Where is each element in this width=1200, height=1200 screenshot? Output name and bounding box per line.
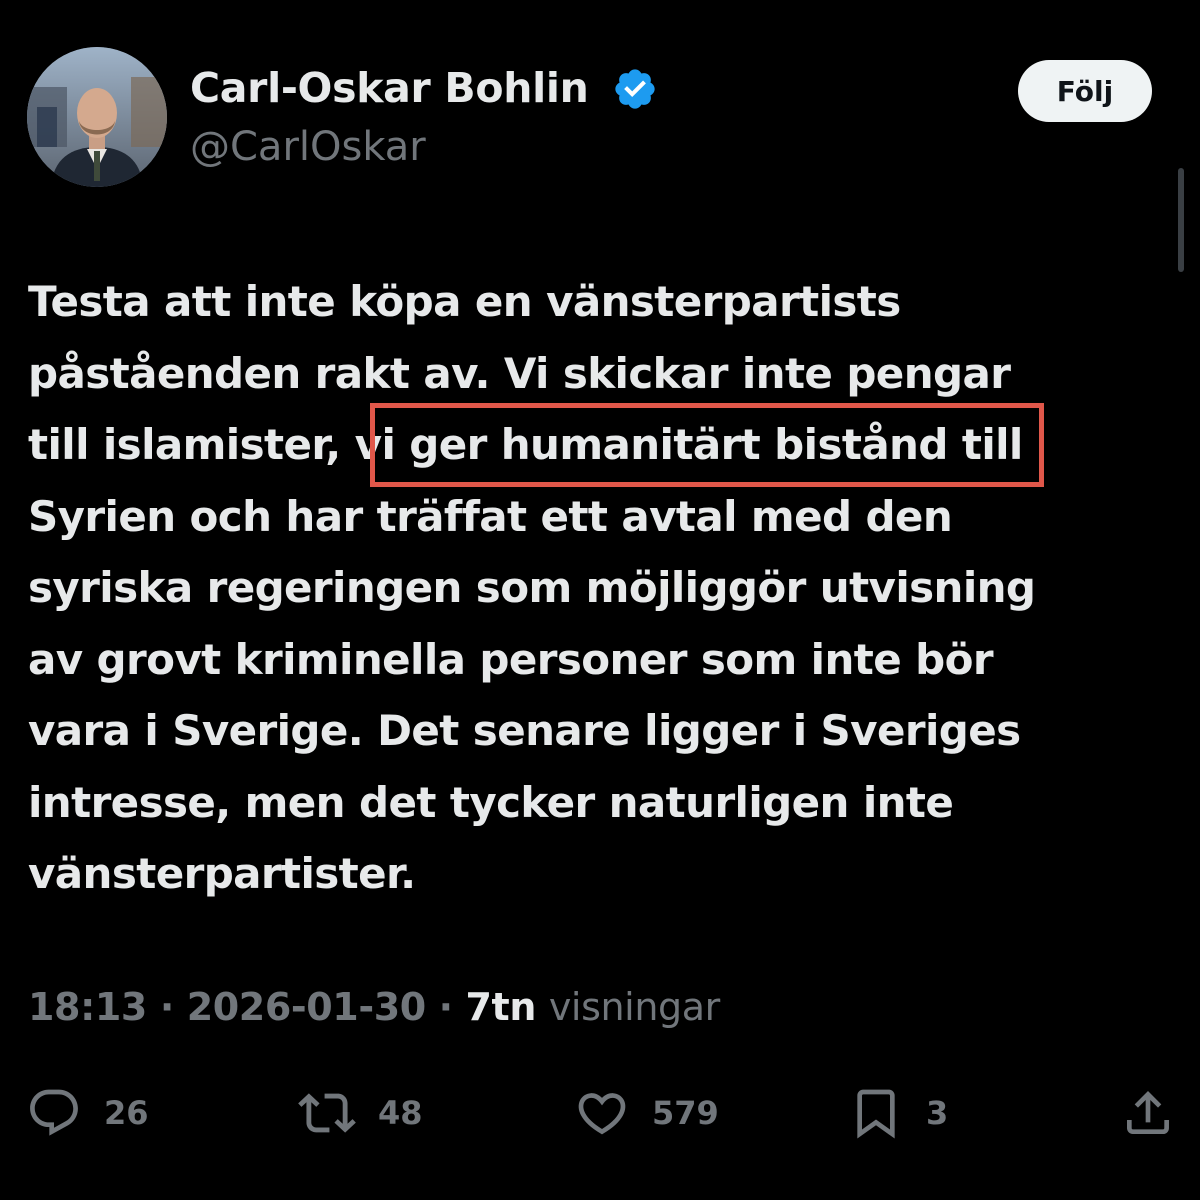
tweet-line: Syrien och har träffat ett avtal med den bbox=[28, 491, 953, 541]
tweet-date[interactable]: 2026-01-30 bbox=[187, 985, 426, 1029]
tweet-line: av grovt kriminella personer som inte bö… bbox=[28, 634, 994, 684]
views-count: 7tn bbox=[465, 985, 537, 1029]
tweet-line: Testa att inte köpa en vänsterpartists bbox=[28, 277, 901, 326]
reply-button[interactable]: 26 bbox=[26, 1085, 149, 1141]
repost-count: 48 bbox=[378, 1094, 423, 1132]
heart-icon bbox=[578, 1093, 626, 1135]
meta-separator: · bbox=[438, 985, 453, 1029]
avatar-photo bbox=[27, 47, 167, 187]
scrollbar-thumb[interactable] bbox=[1178, 168, 1184, 272]
scrollbar[interactable] bbox=[1178, 0, 1184, 300]
tweet-line: intresse, men det tycker naturligen inte bbox=[28, 777, 954, 827]
tweet-meta: 18:13 · 2026-01-30 · 7tn visningar bbox=[28, 985, 720, 1029]
tweet-text: Testa att inte köpa en vänsterpartists p… bbox=[28, 266, 1168, 910]
views-label: visningar bbox=[548, 985, 720, 1029]
reply-icon bbox=[30, 1089, 78, 1136]
repost-icon bbox=[298, 1093, 356, 1133]
repost-button[interactable]: 48 bbox=[298, 1085, 423, 1141]
bookmark-button[interactable]: 3 bbox=[848, 1085, 948, 1141]
follow-button[interactable]: Följ bbox=[1018, 60, 1152, 122]
tweet-line: syriska regeringen som möjliggör utvisni… bbox=[28, 563, 1036, 612]
tweet-time[interactable]: 18:13 bbox=[28, 985, 147, 1029]
tweet-line: vara i Sverige. Det senare ligger i Sver… bbox=[28, 706, 1021, 755]
share-icon bbox=[1127, 1091, 1169, 1134]
like-button[interactable]: 579 bbox=[574, 1085, 719, 1141]
reply-count: 26 bbox=[104, 1094, 149, 1132]
author-display-name[interactable]: Carl-Oskar Bohlin bbox=[190, 64, 589, 112]
avatar[interactable] bbox=[27, 47, 167, 187]
like-count: 579 bbox=[652, 1094, 719, 1132]
tweet-line: vänsterpartister. bbox=[28, 849, 416, 898]
share-button[interactable] bbox=[1120, 1085, 1176, 1141]
bookmark-count: 3 bbox=[926, 1094, 949, 1132]
author-handle[interactable]: @CarlOskar bbox=[190, 124, 426, 170]
verified-badge-icon[interactable] bbox=[612, 66, 658, 112]
highlight-annotation-box bbox=[370, 403, 1044, 487]
tweet-line: påståenden rakt av. Vi skickar inte peng… bbox=[28, 348, 1011, 398]
bookmark-icon bbox=[857, 1089, 895, 1139]
meta-separator: · bbox=[159, 985, 174, 1029]
